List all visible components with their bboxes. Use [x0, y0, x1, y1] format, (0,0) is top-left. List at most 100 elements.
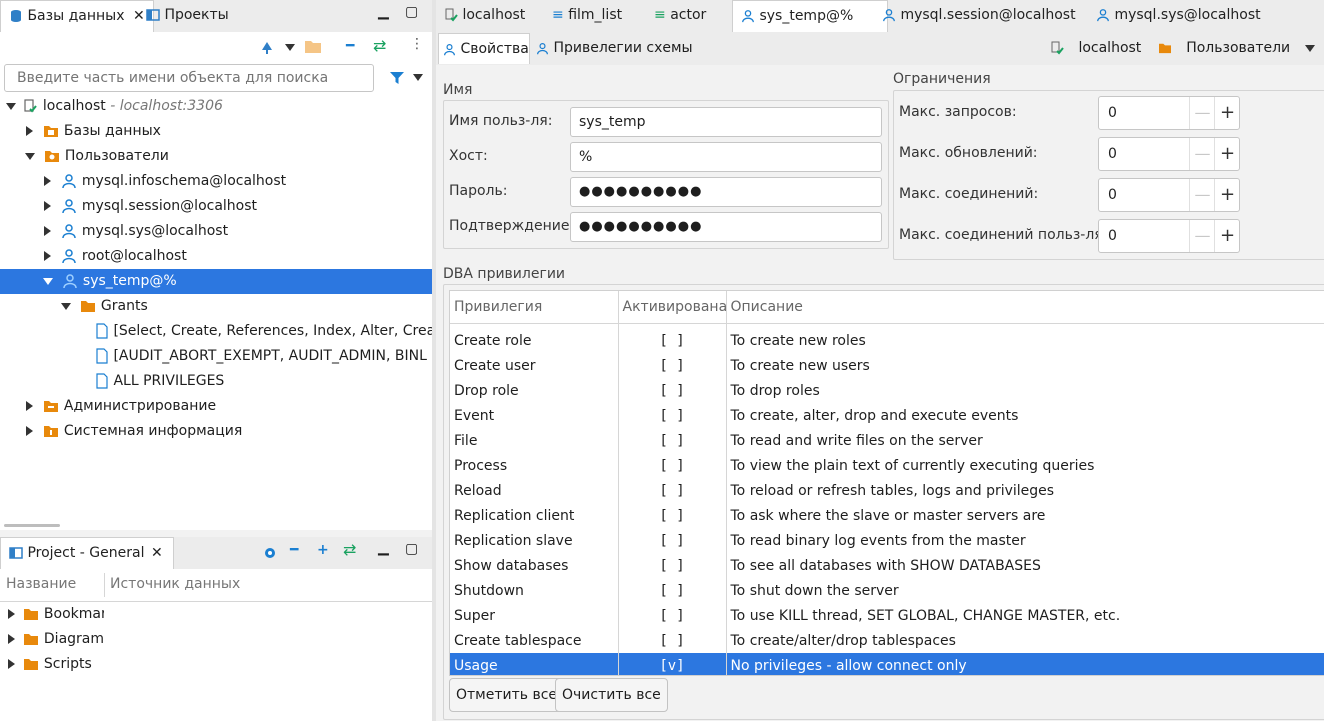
tab-projects[interactable]: Проекты: [138, 0, 274, 31]
column-header-description[interactable]: Описание: [726, 291, 1324, 324]
collapse-all-icon[interactable]: ━: [290, 542, 298, 558]
expand-icon[interactable]: [26, 126, 33, 136]
expand-icon[interactable]: [26, 401, 33, 411]
password-field[interactable]: ●●●●●●●●●●: [570, 177, 882, 207]
active-checkbox[interactable]: [ ]: [618, 403, 727, 428]
decrement-button[interactable]: —: [1189, 220, 1215, 252]
max-connections-stepper[interactable]: 0 — +: [1098, 178, 1240, 212]
editor-tab[interactable]: localhost: [436, 0, 552, 31]
tree-item-user[interactable]: mysql.infoschema@localhost: [0, 169, 432, 194]
clear-all-button[interactable]: Очистить все: [555, 678, 668, 712]
tree-item-user[interactable]: mysql.session@localhost: [0, 194, 432, 219]
expand-icon[interactable]: [44, 251, 51, 261]
table-row[interactable]: Shutdown[ ] To shut down the server: [450, 578, 1324, 603]
subtab-properties[interactable]: Свойства: [438, 33, 530, 64]
expand-icon[interactable]: [44, 176, 51, 186]
tab-project-general[interactable]: Project - General ✕: [0, 537, 174, 569]
editor-tab-active[interactable]: sys_temp@%: [732, 0, 888, 32]
active-checkbox[interactable]: [ ]: [618, 578, 727, 603]
table-row[interactable]: Create user[ ] To create new users: [450, 353, 1324, 378]
table-row[interactable]: Create role[ ] To create new roles: [450, 323, 1324, 353]
confirm-password-field[interactable]: ●●●●●●●●●●: [570, 212, 882, 242]
host-field[interactable]: %: [570, 142, 882, 172]
table-row[interactable]: Show databases[ ] To see all databases wi…: [450, 553, 1324, 578]
expand-icon[interactable]: [6, 102, 16, 110]
select-all-button[interactable]: Отметить все: [449, 678, 565, 712]
column-header-source[interactable]: Источник данных: [110, 576, 240, 592]
expand-icon[interactable]: [25, 152, 35, 160]
table-row[interactable]: Process[ ] To view the plain text of curr…: [450, 453, 1324, 478]
minimize-icon[interactable]: ▁: [378, 4, 389, 20]
column-header-name[interactable]: Название: [6, 576, 76, 592]
increment-button[interactable]: +: [1214, 220, 1240, 252]
active-checkbox[interactable]: [ ]: [618, 628, 727, 653]
project-item-bookmarks[interactable]: Bookmarks: [0, 602, 104, 627]
close-icon[interactable]: ✕: [151, 545, 163, 561]
decrement-button[interactable]: —: [1189, 138, 1215, 170]
tree-item-grant[interactable]: [Select, Create, References, Index, Alte…: [0, 319, 432, 344]
horizontal-scrollbar[interactable]: [4, 524, 60, 527]
column-header-active[interactable]: Активирована: [618, 291, 727, 324]
active-checkbox[interactable]: [ ]: [618, 323, 727, 353]
active-checkbox[interactable]: [ ]: [618, 503, 727, 528]
table-row[interactable]: Event[ ] To create, alter, drop and execu…: [450, 403, 1324, 428]
max-updates-value[interactable]: 0: [1108, 138, 1117, 170]
editor-tab[interactable]: ≡ film_list: [544, 0, 660, 31]
active-checkbox[interactable]: [ ]: [618, 353, 727, 378]
max-user-connections-value[interactable]: 0: [1108, 220, 1117, 252]
max-queries-value[interactable]: 0: [1108, 97, 1117, 129]
decrement-button[interactable]: —: [1189, 179, 1215, 211]
minimize-icon[interactable]: ▁: [378, 540, 389, 556]
subtab-schema-privileges[interactable]: Привелегии схемы: [532, 33, 693, 64]
max-connections-value[interactable]: 0: [1108, 179, 1117, 211]
breadcrumb-connection[interactable]: localhost: [1078, 40, 1141, 56]
max-updates-stepper[interactable]: 0 — +: [1098, 137, 1240, 171]
tree-item-system-info[interactable]: Системная информация: [0, 419, 432, 444]
table-row[interactable]: File[ ] To read and write files on the se…: [450, 428, 1324, 453]
new-connection-icon[interactable]: [258, 38, 276, 56]
tab-databases[interactable]: Базы данных ✕: [0, 0, 154, 32]
chevron-down-icon[interactable]: [1304, 44, 1315, 52]
tree-item-grant[interactable]: [AUDIT_ABORT_EXEMPT, AUDIT_ADMIN, BINL: [0, 344, 432, 369]
max-queries-stepper[interactable]: 0 — +: [1098, 96, 1240, 130]
tree-item-grants[interactable]: Grants: [0, 294, 432, 319]
table-row[interactable]: Create tablespace[ ] To create/alter/drop…: [450, 628, 1324, 653]
tree-root[interactable]: localhost - localhost:3306: [0, 94, 432, 119]
active-checkbox[interactable]: [ ]: [618, 553, 727, 578]
filter-dropdown-icon[interactable]: [413, 74, 423, 81]
editor-tab[interactable]: mysql.session@localhost: [874, 0, 1090, 31]
table-row[interactable]: Usage [v] No privileges - allow connect on…: [450, 653, 1324, 675]
table-row[interactable]: Reload[ ] To reload or refresh tables, lo…: [450, 478, 1324, 503]
active-checkbox[interactable]: [ ]: [618, 378, 727, 403]
table-row[interactable]: Drop role[ ] To drop roles: [450, 378, 1324, 403]
new-folder-icon[interactable]: [304, 38, 322, 54]
editor-tab[interactable]: ≡ actor: [646, 0, 742, 31]
tree-item-administration[interactable]: Администрирование: [0, 394, 432, 419]
more-icon[interactable]: ⋮: [410, 36, 424, 52]
active-checkbox[interactable]: [v]: [618, 653, 727, 675]
username-field[interactable]: sys_temp: [570, 107, 882, 137]
dropdown-icon[interactable]: [285, 44, 295, 51]
tree-item-user[interactable]: root@localhost: [0, 244, 432, 269]
table-row[interactable]: Super[ ] To use KILL thread, SET GLOBAL, …: [450, 603, 1324, 628]
expand-icon[interactable]: [61, 302, 71, 310]
filter-icon[interactable]: [389, 70, 405, 86]
tree-item-user-selected[interactable]: sys_temp@%: [0, 269, 432, 294]
active-checkbox[interactable]: [ ]: [618, 603, 727, 628]
expand-icon[interactable]: [26, 426, 33, 436]
decrement-button[interactable]: —: [1189, 97, 1215, 129]
tree-item-databases[interactable]: Базы данных: [0, 119, 432, 144]
expand-icon[interactable]: [8, 659, 15, 669]
expand-icon[interactable]: [43, 277, 53, 285]
tree-item-users[interactable]: Пользователи: [0, 144, 432, 169]
editor-tab[interactable]: mysql.sys@localhost: [1088, 0, 1284, 31]
tree-item-grant[interactable]: ALL PRIVILEGES: [0, 369, 432, 394]
max-user-connections-stepper[interactable]: 0 — +: [1098, 219, 1240, 253]
expand-all-icon[interactable]: +: [317, 542, 329, 558]
active-checkbox[interactable]: [ ]: [618, 428, 727, 453]
search-input[interactable]: [4, 64, 374, 92]
collapse-icon[interactable]: ━: [346, 38, 354, 54]
tree-item-user[interactable]: mysql.sys@localhost: [0, 219, 432, 244]
maximize-icon[interactable]: ▢: [405, 4, 418, 20]
expand-icon[interactable]: [44, 201, 51, 211]
